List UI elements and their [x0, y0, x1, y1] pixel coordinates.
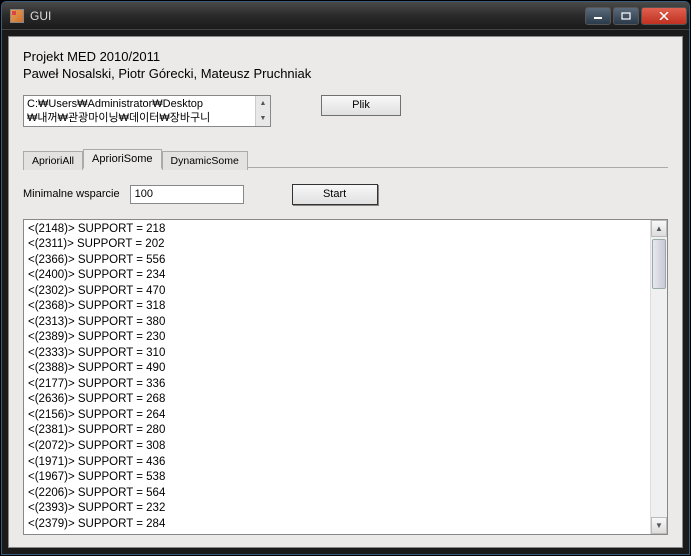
min-support-input[interactable] [130, 185, 244, 204]
tab-aprioriall[interactable]: AprioriAll [23, 151, 83, 170]
window-controls [585, 7, 687, 25]
scroll-up-icon[interactable]: ▲ [256, 96, 270, 111]
close-icon [659, 12, 669, 20]
results-scroll-thumb[interactable] [652, 239, 666, 289]
titlebar[interactable]: GUI [2, 2, 689, 30]
close-button[interactable] [641, 7, 687, 25]
scroll-down-icon[interactable]: ▼ [256, 111, 270, 126]
results-text[interactable]: <(2148)> SUPPORT = 218 <(2311)> SUPPORT … [24, 220, 650, 534]
filebox-scrollbar: ▲ ▼ [255, 96, 270, 126]
params-row: Minimalne wsparcie Start [23, 184, 668, 205]
file-row: C:₩Users₩Administrator₩Desktop ₩내꺼₩관광마이닝… [23, 95, 668, 127]
client-area: Projekt MED 2010/2011 Paweł Nosalski, Pi… [8, 36, 683, 548]
file-button[interactable]: Plik [321, 95, 401, 116]
project-authors: Paweł Nosalski, Piotr Górecki, Mateusz P… [23, 66, 668, 83]
app-icon [10, 9, 24, 23]
minimize-button[interactable] [585, 7, 611, 25]
results-scrollbar: ▲ ▼ [650, 220, 667, 534]
maximize-button[interactable] [613, 7, 639, 25]
start-button[interactable]: Start [292, 184, 378, 205]
window-title: GUI [30, 9, 585, 23]
file-path-box[interactable]: C:₩Users₩Administrator₩Desktop ₩내꺼₩관광마이닝… [23, 95, 271, 127]
results-panel: <(2148)> SUPPORT = 218 <(2311)> SUPPORT … [23, 219, 668, 535]
window-frame: GUI Projekt MED 2010/2011 Paweł Nosalski… [0, 0, 691, 556]
maximize-icon [621, 12, 631, 20]
project-title: Projekt MED 2010/2011 [23, 49, 668, 66]
project-header: Projekt MED 2010/2011 Paweł Nosalski, Pi… [23, 49, 668, 83]
tab-apriorisome[interactable]: AprioriSome [83, 149, 162, 169]
results-scroll-down-icon[interactable]: ▼ [651, 517, 667, 534]
tab-strip: AprioriAll AprioriSome DynamicSome [23, 149, 668, 168]
minimize-icon [593, 12, 603, 20]
results-scroll-track[interactable] [651, 237, 667, 517]
file-path-line2: ₩내꺼₩관광마이닝₩데이터₩장바구니 [27, 111, 267, 125]
tab-dynamicsome[interactable]: DynamicSome [162, 151, 248, 170]
results-scroll-up-icon[interactable]: ▲ [651, 220, 667, 237]
file-path-line1: C:₩Users₩Administrator₩Desktop [27, 97, 267, 111]
min-support-label: Minimalne wsparcie [23, 188, 120, 200]
window-inner: GUI Projekt MED 2010/2011 Paweł Nosalski… [1, 1, 690, 555]
